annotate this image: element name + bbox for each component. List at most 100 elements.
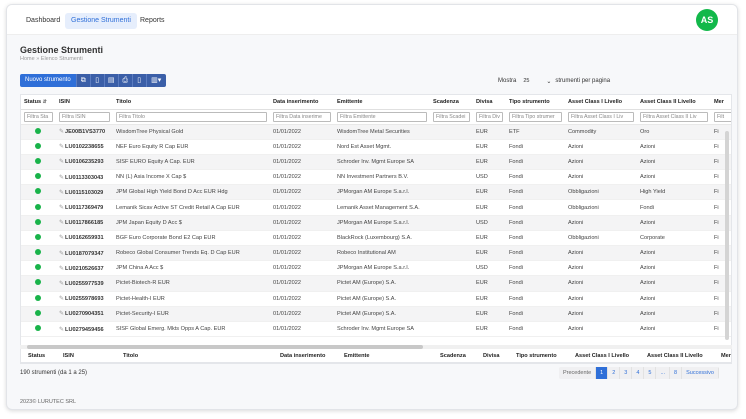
filter-input[interactable]: Filtra Tipo strumer (509, 111, 562, 122)
edit-icon[interactable]: ✎ (59, 190, 64, 196)
isin-value[interactable]: LU0102238655 (65, 144, 104, 150)
nav-dashboard[interactable]: Dashboard (20, 13, 66, 29)
isin-cell[interactable]: ✎LU0102238655 (56, 139, 113, 155)
isin-value[interactable]: LU0162659931 (65, 235, 104, 241)
edit-icon[interactable]: ✎ (59, 251, 64, 257)
filter-input[interactable]: Filtra Sta (24, 111, 53, 122)
filter-input[interactable]: Filtra Asset Class II Liv (640, 111, 708, 122)
col-isin[interactable]: ISIN (56, 95, 113, 110)
chevron-down-icon[interactable]: ⌄ (546, 78, 551, 85)
edit-icon[interactable]: ✎ (59, 205, 64, 211)
isin-cell[interactable]: ✎LU0270904351 (56, 306, 113, 322)
pagination-page[interactable]: 4 (632, 367, 645, 379)
table-row[interactable]: ✎LU0115103029 JPM Global High Yield Bond … (21, 184, 731, 201)
isin-cell[interactable]: ✎LU0187079347 (56, 245, 113, 262)
page-size-select[interactable]: 25 (520, 76, 542, 86)
edit-icon[interactable]: ✎ (59, 281, 64, 287)
nav-gestione-strumenti[interactable]: Gestione Strumenti (65, 13, 137, 29)
print-icon[interactable]: ⎙ (117, 74, 132, 87)
pagination-page[interactable]: 3 (620, 367, 633, 379)
filter-input[interactable]: Filtra Div (476, 111, 503, 122)
isin-cell[interactable]: ✎LU0113303043 (56, 169, 113, 186)
edit-icon[interactable]: ✎ (59, 327, 64, 333)
col-data-inserimento[interactable]: Data inserimento (270, 95, 334, 110)
filter-input[interactable]: Filtra Scadei (433, 111, 470, 122)
edit-icon[interactable]: ✎ (59, 175, 64, 181)
isin-value[interactable]: LU0106235293 (65, 159, 104, 165)
col-divisa[interactable]: Divisa (473, 95, 506, 110)
pagination-page[interactable]: 5 (644, 367, 657, 379)
isin-cell[interactable]: ✎LU0117866185 (56, 215, 113, 231)
excel-icon[interactable]: ▤ (103, 74, 118, 87)
isin-value[interactable]: LU0115103029 (65, 190, 103, 196)
col-mer[interactable]: Mer (711, 95, 731, 110)
isin-cell[interactable]: ✎LU0255978693 (56, 291, 113, 307)
pagination-page[interactable]: 8 (670, 367, 683, 379)
table-row[interactable]: ✎LU0255978693 Pictet-Health-I EUR 01/01/20… (21, 291, 731, 307)
col-asset-class-2[interactable]: Asset Class II Livello (637, 95, 711, 110)
isin-value[interactable]: LU0187079347 (65, 251, 104, 257)
isin-value[interactable]: LU0270904351 (65, 311, 104, 317)
edit-icon[interactable]: ✎ (59, 296, 64, 302)
pagination-page[interactable]: 2 (608, 367, 621, 379)
pagination-page[interactable]: 1 (596, 367, 609, 379)
table-row[interactable]: ✎LU0187079347 Robeco Global Consumer Tren… (21, 245, 731, 262)
table-row[interactable]: ✎LU0210526637 JPM China A Acc $01/01/2022… (21, 260, 731, 277)
isin-value[interactable]: LU0279459456 (65, 327, 104, 333)
col-status[interactable]: Status ⇵ (21, 95, 56, 110)
isin-cell[interactable]: ✎LU0115103029 (56, 184, 113, 201)
columns-icon[interactable]: ▥▾ (145, 74, 166, 87)
filter-input[interactable]: Filtra Titolo (116, 111, 267, 122)
isin-value[interactable]: LU0255977539 (65, 281, 104, 287)
table-row[interactable]: ✎LU0255977539 Pictet-Biotech-R EUR 01/01/2… (21, 275, 731, 292)
filter-input[interactable]: Filtra ISIN (59, 111, 110, 122)
isin-value[interactable]: LU0117369479 (65, 205, 103, 211)
isin-value[interactable]: LU0210526637 (65, 266, 104, 272)
isin-value[interactable]: LU0255978693 (65, 296, 104, 302)
pdf-icon[interactable]: ▯ (131, 74, 146, 87)
breadcrumb[interactable]: Home » Elenco Strumenti (20, 56, 83, 62)
isin-cell[interactable]: ✎LU0279459456 (56, 321, 113, 338)
isin-cell[interactable]: ✎LU0117369479 (56, 199, 113, 216)
edit-icon[interactable]: ✎ (59, 235, 64, 241)
edit-icon[interactable]: ✎ (59, 159, 64, 165)
csv-icon[interactable]: ▯ (89, 74, 104, 87)
table-row[interactable]: ✎LU0117866185 JPM Japan Equity D Acc $01/… (21, 215, 731, 231)
table-row[interactable]: ✎LU0117369479 Lemanik Sicav Active ST Cre… (21, 199, 731, 216)
isin-value[interactable]: JE00B1VS3770 (65, 129, 105, 135)
pagination-previous[interactable]: Precedente (559, 367, 597, 379)
isin-cell[interactable]: ✎LU0255977539 (56, 275, 113, 292)
table-row[interactable]: ✎LU0106235293 SISF EURO Equity A Cap. EUR… (21, 154, 731, 171)
table-row[interactable]: ✎JE00B1VS3770 WisdomTree Physical Gold 01/… (21, 124, 731, 140)
col-asset-class-1[interactable]: Asset Class I Livello (565, 95, 637, 110)
nav-reports[interactable]: Reports (134, 13, 171, 29)
new-instrument-button[interactable]: Nuovo strumento (20, 74, 76, 87)
col-tipo-strumento[interactable]: Tipo strumento (506, 95, 565, 110)
sort-icon[interactable]: ⇵ (43, 99, 47, 105)
table-row[interactable]: ✎LU0102238655 NEF Euro Equity R Cap EUR 01… (21, 139, 731, 155)
user-avatar[interactable]: AS (696, 9, 718, 31)
col-scadenza[interactable]: Scadenza (430, 95, 473, 110)
isin-value[interactable]: LU0117866185 (65, 220, 103, 226)
edit-icon[interactable]: ✎ (59, 266, 64, 272)
isin-cell[interactable]: ✎LU0106235293 (56, 154, 113, 171)
table-row[interactable]: ✎LU0113303043 NN (L) Asia Income X Cap $0… (21, 169, 731, 186)
isin-value[interactable]: LU0113303043 (65, 175, 103, 181)
col-titolo[interactable]: Titolo (113, 95, 270, 110)
filter-input[interactable]: Filtra Asset Class I Liv (568, 111, 634, 122)
isin-cell[interactable]: ✎JE00B1VS3770 (56, 124, 113, 140)
edit-icon[interactable]: ✎ (59, 220, 64, 226)
isin-cell[interactable]: ✎LU0210526637 (56, 260, 113, 277)
edit-icon[interactable]: ✎ (59, 129, 64, 135)
filter-input[interactable]: Filtra Emittente (337, 111, 427, 122)
isin-cell[interactable]: ✎LU0162659931 (56, 230, 113, 247)
vertical-scrollbar[interactable] (725, 131, 729, 340)
table-row[interactable]: ✎LU0270904351 Pictet-Security-I EUR 01/01/… (21, 306, 731, 322)
col-emittente[interactable]: Emittente (334, 95, 430, 110)
edit-icon[interactable]: ✎ (59, 311, 64, 317)
filter-input[interactable]: Filt (714, 111, 731, 122)
copy-icon[interactable]: ⧉ (75, 74, 90, 87)
table-row[interactable]: ✎LU0279459456 SISF Global Emerg. Mkts Opp… (21, 321, 731, 338)
edit-icon[interactable]: ✎ (59, 144, 64, 150)
filter-input[interactable]: Filtra Data inserime (273, 111, 331, 122)
